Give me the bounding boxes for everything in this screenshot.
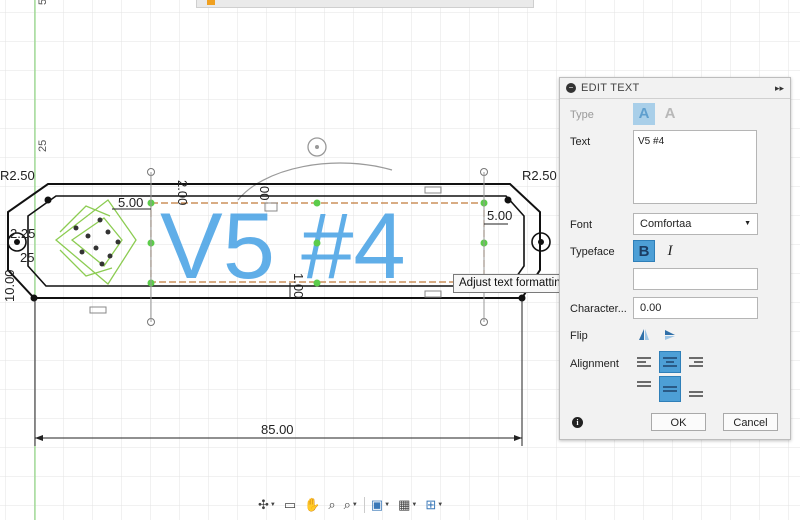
type-label: Type xyxy=(570,109,594,121)
chevron-down-icon: ▼ xyxy=(744,220,751,227)
dim-top-mid[interactable]: 00 xyxy=(257,186,272,200)
flip-horizontal-icon xyxy=(665,330,675,340)
frame-handle[interactable] xyxy=(313,239,321,247)
dim-radius-left[interactable]: R2.50 xyxy=(0,168,35,183)
ruler-label-top: 50 xyxy=(37,0,49,5)
text-input[interactable]: V5 #4 xyxy=(633,130,757,204)
zoom-window-icon: ⌕ xyxy=(328,497,336,512)
chevron-down-icon: ▼ xyxy=(351,502,358,508)
italic-glyph: I xyxy=(667,243,673,259)
top-window-strip xyxy=(196,0,534,8)
type-path-glyph: A xyxy=(664,105,676,122)
dim-frame-offset[interactable]: 1.00 xyxy=(291,273,306,298)
viewports-button[interactable]: ⊞ ▼ xyxy=(423,497,445,513)
dim-left-small-b[interactable]: 25 xyxy=(20,250,34,265)
character-spacing-label: Character... xyxy=(570,303,627,315)
text-label: Text xyxy=(570,136,591,148)
flip-vertical-button[interactable] xyxy=(633,324,655,346)
align-left-icon xyxy=(637,357,651,367)
pan-icon: ✋ xyxy=(304,497,321,512)
align-center-icon xyxy=(663,357,677,367)
align-left-button[interactable] xyxy=(633,351,655,373)
display-settings-button[interactable]: ▣ ▼ xyxy=(369,497,392,513)
alignment-label: Alignment xyxy=(570,358,619,370)
edit-text-panel: − EDIT TEXT ▸▸ Type A A Text V5 #4 Font … xyxy=(559,77,791,440)
info-icon[interactable]: i xyxy=(572,417,583,428)
align-bottom-icon xyxy=(689,391,703,397)
dim-height-side[interactable]: 10.00 xyxy=(2,269,17,302)
orbit-icon: ✣ xyxy=(258,497,269,512)
display-settings-icon: ▣ xyxy=(370,497,384,512)
frame-handle[interactable] xyxy=(313,199,321,207)
dim-overall-length[interactable]: 85.00 xyxy=(261,422,294,437)
bold-glyph: B xyxy=(638,243,650,260)
look-at-icon: ▭ xyxy=(283,497,297,512)
type-normal-button[interactable]: A xyxy=(633,103,655,125)
align-top-button[interactable] xyxy=(633,376,655,398)
font-label: Font xyxy=(570,219,593,231)
font-select[interactable]: Comfortaa ▼ xyxy=(633,213,758,235)
dim-right-margin[interactable]: 5.00 xyxy=(487,208,512,223)
chevron-down-icon: ▼ xyxy=(269,502,276,508)
panel-title: EDIT TEXT xyxy=(581,82,640,94)
dim-left-small-a[interactable]: 2.25 xyxy=(10,226,35,241)
character-spacing-input[interactable]: 0.00 xyxy=(633,297,758,319)
flip-label: Flip xyxy=(570,330,588,342)
align-middle-button[interactable] xyxy=(659,376,681,402)
chevron-down-icon: ▼ xyxy=(411,502,418,508)
type-normal-glyph: A xyxy=(638,105,650,122)
navigation-toolbar: ✣ ▼ ▭ ✋ ⌕ ⌕ ▼ ▣ ▼ ▦ ▼ ⊞ ▼ xyxy=(256,494,445,516)
ruler-label-left: 25 xyxy=(37,140,49,152)
cancel-button[interactable]: Cancel xyxy=(723,413,778,431)
typeface-label: Typeface xyxy=(570,246,615,258)
zoom-icon: ⌕ xyxy=(343,497,351,512)
font-select-value: Comfortaa xyxy=(640,218,692,230)
italic-button[interactable]: I xyxy=(659,240,681,262)
type-along-path-button[interactable]: A xyxy=(659,103,681,125)
height-input[interactable] xyxy=(633,268,758,290)
align-bottom-button[interactable] xyxy=(685,380,707,402)
rotate-handle-dot xyxy=(315,145,319,149)
collapse-icon[interactable]: − xyxy=(566,83,576,93)
align-right-icon xyxy=(689,357,703,367)
ok-button[interactable]: OK xyxy=(651,413,706,431)
orbit-button[interactable]: ✣ ▼ xyxy=(256,497,278,513)
bold-button[interactable]: B xyxy=(633,240,655,262)
zoom-button[interactable]: ⌕ ▼ xyxy=(342,497,360,513)
dim-left-margin[interactable]: 5.00 xyxy=(118,195,143,210)
chevron-down-icon: ▼ xyxy=(437,502,444,508)
align-middle-icon xyxy=(663,386,677,392)
sketch-text[interactable]: V5 #4 xyxy=(160,193,406,298)
dim-top-offset[interactable]: 2.00 xyxy=(175,180,190,205)
chevron-down-icon: ▼ xyxy=(384,502,391,508)
app-icon xyxy=(207,0,215,5)
align-right-button[interactable] xyxy=(685,351,707,373)
mount-hole-right-center xyxy=(538,239,544,245)
expand-icon[interactable]: ▸▸ xyxy=(775,83,784,94)
flip-horizontal-button[interactable] xyxy=(659,324,681,346)
panel-header: − EDIT TEXT ▸▸ xyxy=(560,78,790,99)
align-center-button[interactable] xyxy=(659,351,681,373)
zoom-window-button[interactable]: ⌕ xyxy=(326,497,337,513)
flip-vertical-icon xyxy=(639,329,649,340)
text-input-value: V5 #4 xyxy=(638,136,665,147)
grid-button[interactable]: ▦ ▼ xyxy=(396,497,419,513)
pan-button[interactable]: ✋ xyxy=(302,497,322,513)
look-at-button[interactable]: ▭ xyxy=(282,497,298,513)
grid-icon: ▦ xyxy=(398,497,411,512)
frame-handle[interactable] xyxy=(313,279,321,287)
dim-radius-right[interactable]: R2.50 xyxy=(522,168,557,183)
viewports-icon: ⊞ xyxy=(425,497,437,512)
character-spacing-value: 0.00 xyxy=(640,302,662,314)
toolbar-separator xyxy=(363,497,365,513)
align-top-icon xyxy=(637,381,651,387)
